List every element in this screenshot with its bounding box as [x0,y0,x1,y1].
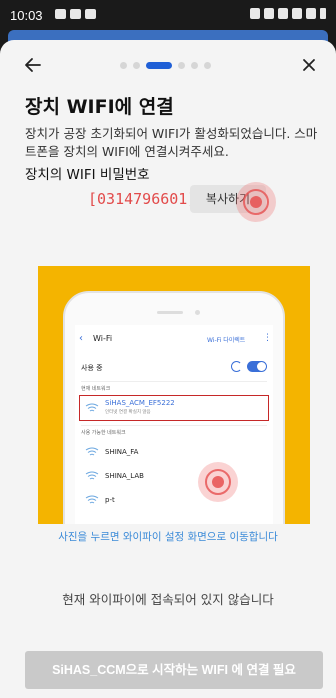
alarm-icon [250,8,260,19]
wifi-in-use-label: 사용 중 [81,364,103,372]
selected-network-status: 인터넷 연결 확실치 않음 [105,410,151,415]
wifi-direct-link: Wi-Fi 다이렉트 [207,337,246,344]
wifi-icon [85,447,99,456]
lte-icon [292,8,302,19]
gallery-icon [85,9,96,19]
status-bar: 10:03 [0,0,336,30]
chevron-left-icon: ‹ [79,333,83,344]
wifi-settings-header: ‹ Wi-Fi Wi-Fi 다이렉트 ⋮ [75,333,273,347]
connect-wifi-button[interactable]: SiHAS_CCM으로 시작하는 WIFI 에 연결 필요 [25,651,323,689]
wifi-icon [85,471,99,480]
step-dot [120,62,127,69]
page-description: 장치가 공장 초기화되어 WIFI가 활성화되었습니다. 스마트폰을 장치의 W… [25,126,318,159]
phone-illustration: ‹ Wi-Fi Wi-Fi 다이렉트 ⋮ 사용 중 현재 네트워크 SiHAS_… [63,291,285,524]
divider [81,425,267,426]
image-icon [55,9,66,19]
wifi-icon [85,403,99,412]
phone-camera [195,310,200,315]
connection-status-text: 현재 와이파이에 접속되어 있지 않습니다 [62,592,274,607]
wifi-guide-image[interactable]: ‹ Wi-Fi Wi-Fi 다이렉트 ⋮ 사용 중 현재 네트워크 SiHAS_… [38,266,310,524]
password-label: 장치의 WIFI 비밀번호 [25,167,150,183]
wifi-icon [85,495,99,504]
refresh-icon [231,361,242,372]
current-network-label: 현재 네트워크 [81,386,111,392]
password-value: [0314796601] [88,190,197,208]
status-left-icons [55,9,96,19]
step-dot [204,62,211,69]
signal-icon [306,8,316,19]
network-item: p-t [105,496,115,504]
network-item: SHINA_LAB [105,472,144,480]
mute-icon [264,8,274,19]
step-dot-active [146,62,172,69]
wifi-settings-link[interactable]: 사진을 누르면 와이파이 설정 화면으로 이동합니다 [0,529,336,544]
status-time: 10:03 [10,8,43,23]
wifi-settings-title: Wi-Fi [93,334,113,343]
status-right-icons [250,8,326,19]
chat-icon [70,9,81,19]
phone-screen: ‹ Wi-Fi Wi-Fi 다이렉트 ⋮ 사용 중 현재 네트워크 SiHAS_… [75,325,273,524]
more-vert-icon: ⋮ [263,333,272,343]
nav-row [0,54,336,76]
tap-indicator-icon [198,462,238,502]
selected-network-ssid: SiHAS_ACM_EF5222 [105,399,175,407]
close-icon [303,59,315,71]
step-dot [178,62,185,69]
tap-indicator-icon [236,182,276,222]
battery-icon [320,8,326,19]
wifi-connect-sheet: 장치 WIFI에 연결 장치가 공장 초기화되어 WIFI가 활성화되었습니다.… [0,40,336,698]
wifi-toggle [247,361,267,372]
back-button[interactable] [22,54,44,76]
step-indicator [120,62,211,69]
arrow-left-icon [25,58,41,72]
close-button[interactable] [298,54,320,76]
network-item: SHINA_FA [105,448,139,456]
page-title: 장치 WIFI에 연결 [25,96,174,118]
divider [81,381,267,382]
phone-speaker [157,311,183,314]
wifi-icon [278,8,288,19]
step-dot [133,62,140,69]
available-networks-label: 사용 가능한 네트워크 [81,430,126,436]
step-dot [191,62,198,69]
